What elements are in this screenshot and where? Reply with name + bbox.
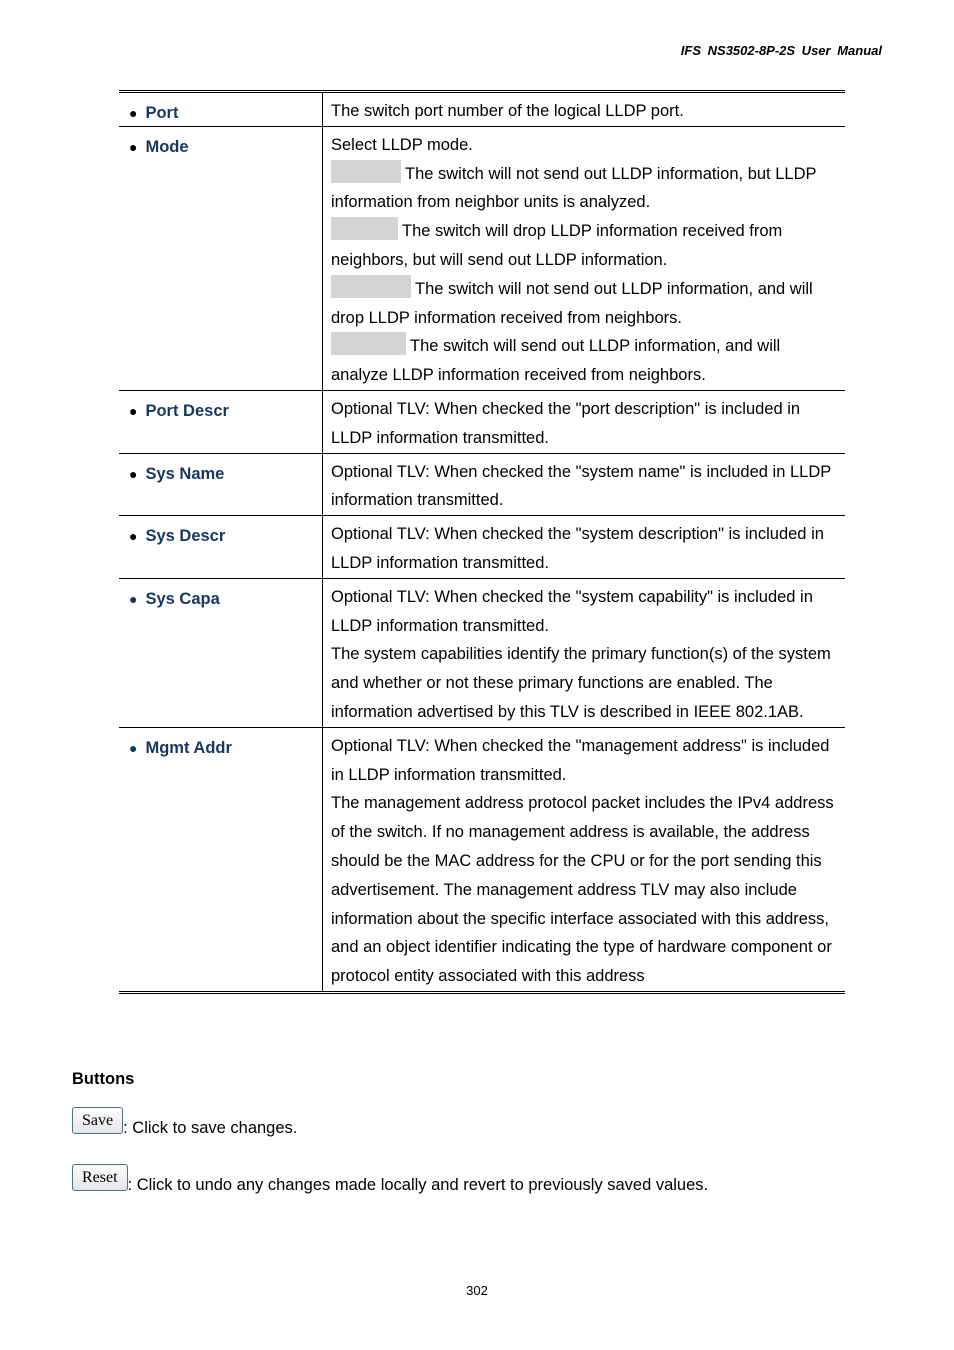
- param-desc-cell: Select LLDP mode. The switch will not se…: [322, 125, 845, 391]
- bullet-icon: ●: [129, 739, 138, 756]
- bullet-icon: ●: [129, 138, 138, 155]
- mode-name-placeholder: [331, 217, 398, 241]
- table-row: ● Sys Capa Optional TLV: When checked the…: [119, 577, 845, 728]
- param-desc: Optional TLV: When checked the "system d…: [331, 525, 824, 572]
- table-row: ● Sys Name Optional TLV: When checked the…: [119, 452, 845, 516]
- param-desc: Optional TLV: When checked the "manageme…: [331, 736, 830, 784]
- param-desc-cell: Optional TLV: When checked the "port des…: [322, 389, 845, 454]
- table-row: ● Sys Descr Optional TLV: When checked th…: [119, 515, 845, 579]
- section-title: Buttons: [72, 1070, 135, 1088]
- param-desc: Optional TLV: When checked the "port des…: [331, 399, 801, 447]
- param-desc: Optional TLV: When checked the "system c…: [331, 587, 813, 635]
- param-name-cell: ● Sys Capa: [119, 577, 323, 728]
- save-description: : Click to save changes.: [123, 1119, 298, 1137]
- param-name-cell: ● Port: [119, 91, 323, 127]
- param-desc: Optional TLV: When checked the "system n…: [331, 462, 831, 510]
- reset-button-description: Reset : Click to undo any changes made l…: [72, 1164, 708, 1194]
- page-number: 302: [466, 1283, 488, 1298]
- param-name-cell: ● Sys Descr: [119, 515, 323, 579]
- param-name: Sys Name: [145, 464, 225, 483]
- mode-option: The switch will drop LLDP information re…: [331, 217, 837, 275]
- save-button-description: Save : Click to save changes.: [72, 1107, 297, 1137]
- save-button[interactable]: Save: [72, 1107, 124, 1134]
- param-name: Sys Capa: [145, 589, 220, 608]
- param-name-cell: ● Mode: [119, 125, 323, 391]
- param-desc-cell: Optional TLV: When checked the "system d…: [322, 515, 845, 579]
- bullet-icon: ●: [129, 528, 138, 545]
- bullet-icon: ●: [129, 105, 138, 121]
- param-name: Mgmt Addr: [145, 738, 232, 757]
- parameter-table: ● Port The switch port number of the logi…: [119, 90, 845, 994]
- table-row: ● Mgmt Addr Optional TLV: When checked th…: [119, 726, 845, 993]
- param-name: Sys Descr: [145, 527, 226, 546]
- param-desc: Select LLDP mode.: [331, 135, 473, 154]
- param-desc-cell: Optional TLV: When checked the "system c…: [322, 577, 845, 728]
- param-desc-cell: Optional TLV: When checked the "system n…: [322, 452, 845, 516]
- mode-desc: The switch will not send out LLDP inform…: [331, 164, 817, 212]
- bullet-icon: ●: [129, 590, 138, 607]
- bullet-icon: ●: [129, 402, 138, 419]
- mode-name-placeholder: [331, 274, 411, 298]
- param-name-cell: ● Port Descr: [119, 389, 323, 454]
- param-name: Port: [145, 104, 179, 122]
- document-header: IFS NS3502-8P-2S User Manual: [680, 43, 882, 58]
- bullet-icon: ●: [129, 465, 138, 482]
- param-desc: The switch port number of the logical LL…: [331, 102, 684, 120]
- param-desc-cell: Optional TLV: When checked the "manageme…: [322, 726, 845, 993]
- reset-button[interactable]: Reset: [72, 1164, 128, 1191]
- param-name-cell: ● Mgmt Addr: [119, 726, 323, 993]
- mode-name-placeholder: [331, 332, 406, 356]
- param-name-cell: ● Sys Name: [119, 452, 323, 516]
- param-name: Port Descr: [145, 401, 229, 420]
- table-row: ● Port The switch port number of the logi…: [119, 91, 846, 127]
- mode-option: The switch will send out LLDP informatio…: [331, 332, 837, 390]
- param-desc: The management address protocol packet i…: [331, 794, 834, 986]
- mode-desc: The switch will drop LLDP information re…: [331, 222, 783, 269]
- table-row: ● Mode Select LLDP mode. The switch will …: [119, 125, 845, 391]
- param-desc-cell: The switch port number of the logical LL…: [323, 92, 846, 127]
- table-row: ● Port Descr Optional TLV: When checked t…: [119, 389, 845, 454]
- reset-description: : Click to undo any changes made locally…: [127, 1176, 709, 1194]
- param-desc: The system capabilities identify the pri…: [331, 645, 831, 721]
- param-name: Mode: [145, 137, 189, 156]
- mode-option: The switch will not send out LLDP inform…: [331, 274, 837, 333]
- mode-option: The switch will not send out LLDP inform…: [331, 159, 837, 218]
- mode-name-placeholder: [331, 159, 401, 183]
